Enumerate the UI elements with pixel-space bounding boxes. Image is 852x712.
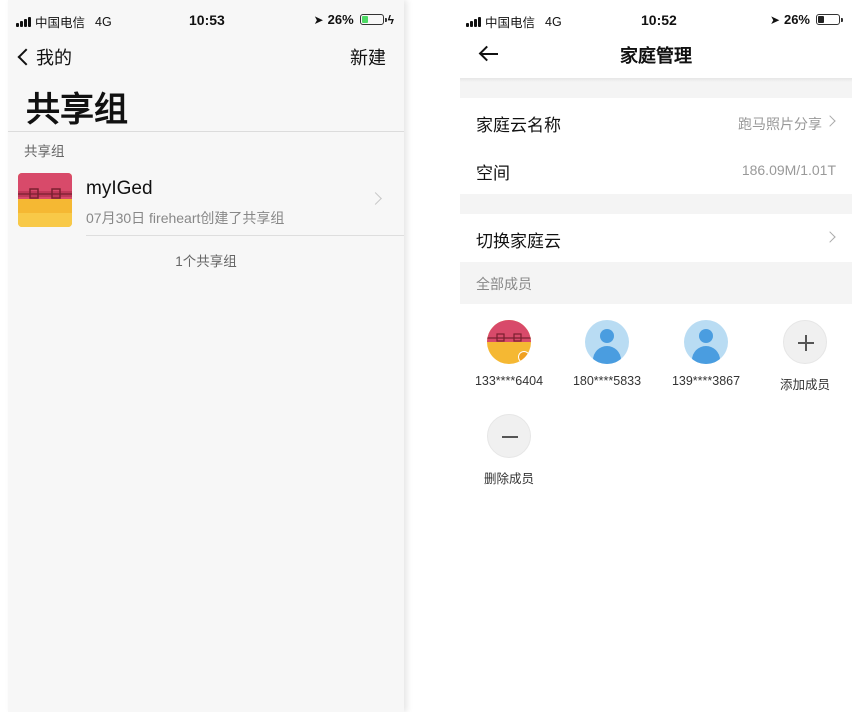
group-name: myIGed	[86, 178, 153, 199]
group-list-item[interactable]: myIGed 07月30日 fireheart创建了共享组	[8, 166, 404, 236]
plus-v	[805, 335, 807, 351]
plus-icon	[783, 320, 827, 364]
location-icon: ➤	[769, 12, 780, 27]
back-label: 我的	[36, 48, 72, 68]
switch-cloud-label: 切换家庭云	[476, 232, 561, 251]
minus-h	[502, 436, 518, 438]
back-button[interactable]: 我的	[16, 44, 72, 70]
cloud-name-value: 跑马照片分享	[738, 116, 822, 132]
cloud-name-label: 家庭云名称	[476, 116, 561, 135]
member-phone: 133****6404	[474, 374, 544, 388]
top-area: 中国电信 4G 10:52 ➤ 26% 家庭管理	[460, 0, 852, 80]
battery-icon	[359, 14, 387, 25]
status-right: ➤ 26% ϟ	[314, 12, 394, 27]
avatar-head	[600, 329, 614, 343]
chevron-left-icon	[17, 48, 35, 66]
members-panel: 133****6404 180****5833 139****3867 添加成员	[460, 304, 852, 712]
space-label: 空间	[476, 164, 510, 183]
chevron-right-icon	[369, 192, 382, 205]
page-title: 家庭管理	[620, 46, 692, 66]
page-title: 共享组	[26, 91, 128, 129]
family-management-screen: 中国电信 4G 10:52 ➤ 26% 家庭管理 家庭云名称 跑马照片分享 空间…	[460, 0, 852, 712]
member-item[interactable]: 180****5833	[562, 320, 652, 388]
signal-icon	[466, 16, 481, 27]
chevron-right-icon	[824, 115, 836, 127]
status-bar: 中国电信 4G 10:53 ➤ 26% ϟ	[8, 0, 404, 40]
member-item[interactable]: 133****6404	[464, 320, 554, 388]
group-photo-icon	[18, 173, 72, 227]
charging-icon: ϟ	[387, 12, 394, 27]
remove-member-button[interactable]: 删除成员	[464, 414, 554, 487]
status-right: ➤ 26%	[769, 12, 843, 27]
nav-bar: 我的 新建	[8, 40, 404, 80]
arrow-head	[478, 45, 495, 62]
status-left: 中国电信 4G	[16, 12, 112, 31]
member-phone: 180****5833	[572, 374, 642, 388]
carrier-name: 中国电信	[35, 16, 86, 30]
avatar-body	[692, 346, 720, 364]
status-left: 中国电信 4G	[466, 12, 562, 31]
member-item[interactable]: 139****3867	[661, 320, 751, 388]
cloud-info-card: 家庭云名称 跑马照片分享 空间 186.09M/1.01T	[460, 98, 852, 194]
group-subtitle: 07月30日 fireheart创建了共享组	[86, 210, 285, 226]
avatar-body	[593, 346, 621, 364]
header-divider	[8, 131, 404, 132]
default-avatar-icon	[585, 320, 629, 364]
avatar-head	[699, 329, 713, 343]
location-icon: ➤	[313, 12, 324, 27]
minus-icon	[487, 414, 531, 458]
network-type: 4G	[95, 14, 112, 29]
cloud-name-row[interactable]: 家庭云名称 跑马照片分享	[460, 98, 852, 146]
avatar	[487, 320, 531, 364]
battery-percent: 26%	[783, 12, 810, 27]
status-bar: 中国电信 4G 10:52 ➤ 26%	[460, 0, 852, 40]
member-phone: 139****3867	[671, 374, 741, 388]
row-divider	[86, 235, 404, 236]
group-avatar	[18, 173, 72, 227]
new-button[interactable]: 新建	[350, 44, 386, 70]
back-button[interactable]	[478, 42, 502, 66]
remove-member-label: 删除成员	[483, 472, 534, 486]
add-member-button[interactable]: 添加成员	[760, 320, 850, 393]
members-section-label: 全部成员	[476, 276, 532, 292]
add-member-label: 添加成员	[779, 378, 830, 392]
carrier-name: 中国电信	[485, 16, 536, 30]
status-time: 10:52	[641, 12, 677, 28]
owner-badge-icon	[518, 351, 530, 363]
default-avatar-icon	[684, 320, 728, 364]
chevron-right-icon	[824, 231, 836, 243]
status-time: 10:53	[189, 12, 225, 28]
space-row: 空间 186.09M/1.01T	[460, 146, 852, 194]
top-shadow	[460, 78, 852, 82]
battery-percent: 26%	[327, 12, 354, 27]
signal-icon	[16, 16, 31, 27]
shared-group-screen: 中国电信 4G 10:53 ➤ 26% ϟ 我的 新建 共享组 共享组 myIG…	[8, 0, 404, 712]
section-label: 共享组	[24, 144, 65, 159]
space-value: 186.09M/1.01T	[741, 162, 836, 178]
network-type: 4G	[545, 14, 562, 29]
group-count: 1个共享组	[175, 254, 237, 269]
battery-icon	[816, 14, 843, 25]
switch-cloud-row[interactable]: 切换家庭云	[460, 214, 852, 262]
switch-cloud-card: 切换家庭云	[460, 214, 852, 262]
